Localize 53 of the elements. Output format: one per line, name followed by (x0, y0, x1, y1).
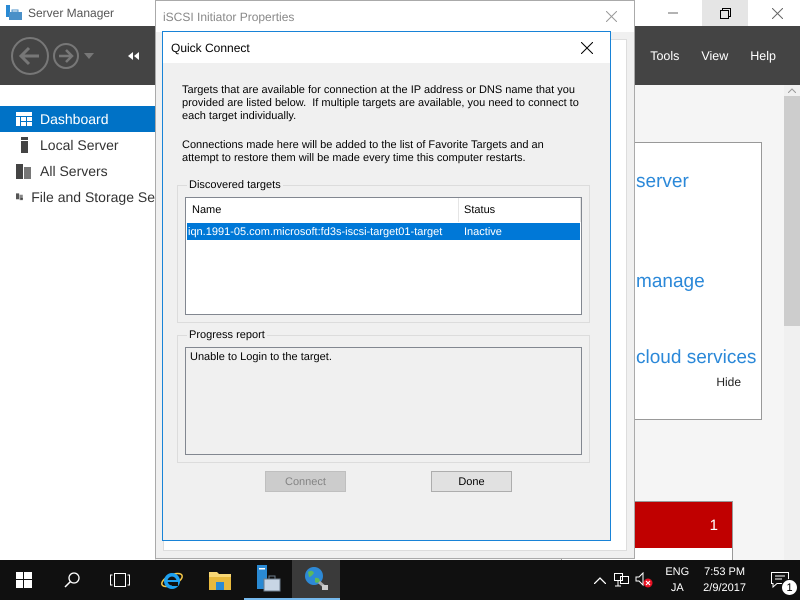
targets-list[interactable]: Name Status iqn.1991-05.com.microsoft:fd3s-iscsi-target01-target Inactive (185, 197, 582, 315)
search-icon (64, 572, 80, 588)
menu-item[interactable]: View (701, 48, 728, 62)
chevron-up-icon[interactable] (594, 576, 606, 584)
progress-text: Unable to Login to the target. (185, 347, 582, 455)
globe-network-icon (302, 565, 330, 593)
window-title: Server Manager (28, 6, 114, 20)
menu-item[interactable]: Tools (650, 48, 680, 62)
network-icon[interactable] (614, 573, 630, 587)
action-center-button[interactable]: 1 (760, 560, 800, 600)
welcome-heading: server (636, 171, 690, 193)
note-text: Connections made here will be added to the list of Favorite Targets and an attempt to restore them will be made every time this computer restarts. (181, 139, 545, 165)
clock[interactable]: 7:53 PM 2/9/2017 (703, 564, 746, 596)
dialog-button[interactable]: Done (431, 471, 512, 492)
sidebar-item[interactable]: Local Server (0, 132, 155, 158)
close-icon (606, 11, 616, 22)
task-view-icon (110, 573, 130, 587)
window-title: iSCSI Initiator Properties (163, 10, 294, 24)
notification-count: 1 (781, 579, 798, 596)
menu-item[interactable]: Help (750, 48, 776, 62)
collapse-icon[interactable] (128, 52, 140, 60)
close-icon (581, 42, 593, 54)
server-toolbox-icon (255, 565, 281, 593)
group-label: Discovered targets (188, 179, 282, 191)
muted-speaker-icon[interactable] (635, 572, 654, 588)
toolbox-icon (6, 5, 22, 21)
tile-count: 1 (710, 516, 718, 534)
language-code: ENG (665, 565, 690, 580)
dashboard-grid-icon (16, 112, 32, 126)
folder-icon (208, 569, 232, 591)
close-icon (772, 8, 782, 18)
scrollbar[interactable] (784, 85, 800, 560)
language-code: JA (670, 581, 684, 596)
welcome-link[interactable]: manage (636, 271, 761, 293)
column-header[interactable]: Name (186, 198, 459, 222)
intro-text: Targets that are available for connection at the IP address or DNS name that you provided are listed below. If multiple targets are available, you need to connect to each target individually. (181, 84, 580, 123)
dialog-title: Quick Connect (171, 40, 250, 54)
restore-button[interactable] (702, 0, 748, 26)
message-icon (771, 572, 789, 588)
windows-logo-icon (16, 572, 32, 588)
target-row[interactable]: iqn.1991-05.com.microsoft:fd3s-iscsi-target01-target Inactive (187, 223, 580, 240)
servers-icon (16, 163, 32, 179)
sidebar-item[interactable]: File and Storage Se (0, 184, 155, 210)
restore-icon (720, 8, 730, 18)
sidebar-item[interactable]: All Servers (0, 158, 155, 184)
time-text: 7:53 PM (704, 565, 746, 580)
welcome-link[interactable]: cloud services (636, 347, 761, 369)
hide-link[interactable]: Hide (716, 375, 741, 389)
group-label: Progress report (188, 329, 266, 341)
date-text: 2/9/2017 (703, 581, 746, 596)
column-header[interactable]: Status (459, 198, 581, 222)
input-language[interactable]: ENG JA (665, 564, 690, 596)
sidebar-item[interactable]: Dashboard (0, 106, 155, 132)
